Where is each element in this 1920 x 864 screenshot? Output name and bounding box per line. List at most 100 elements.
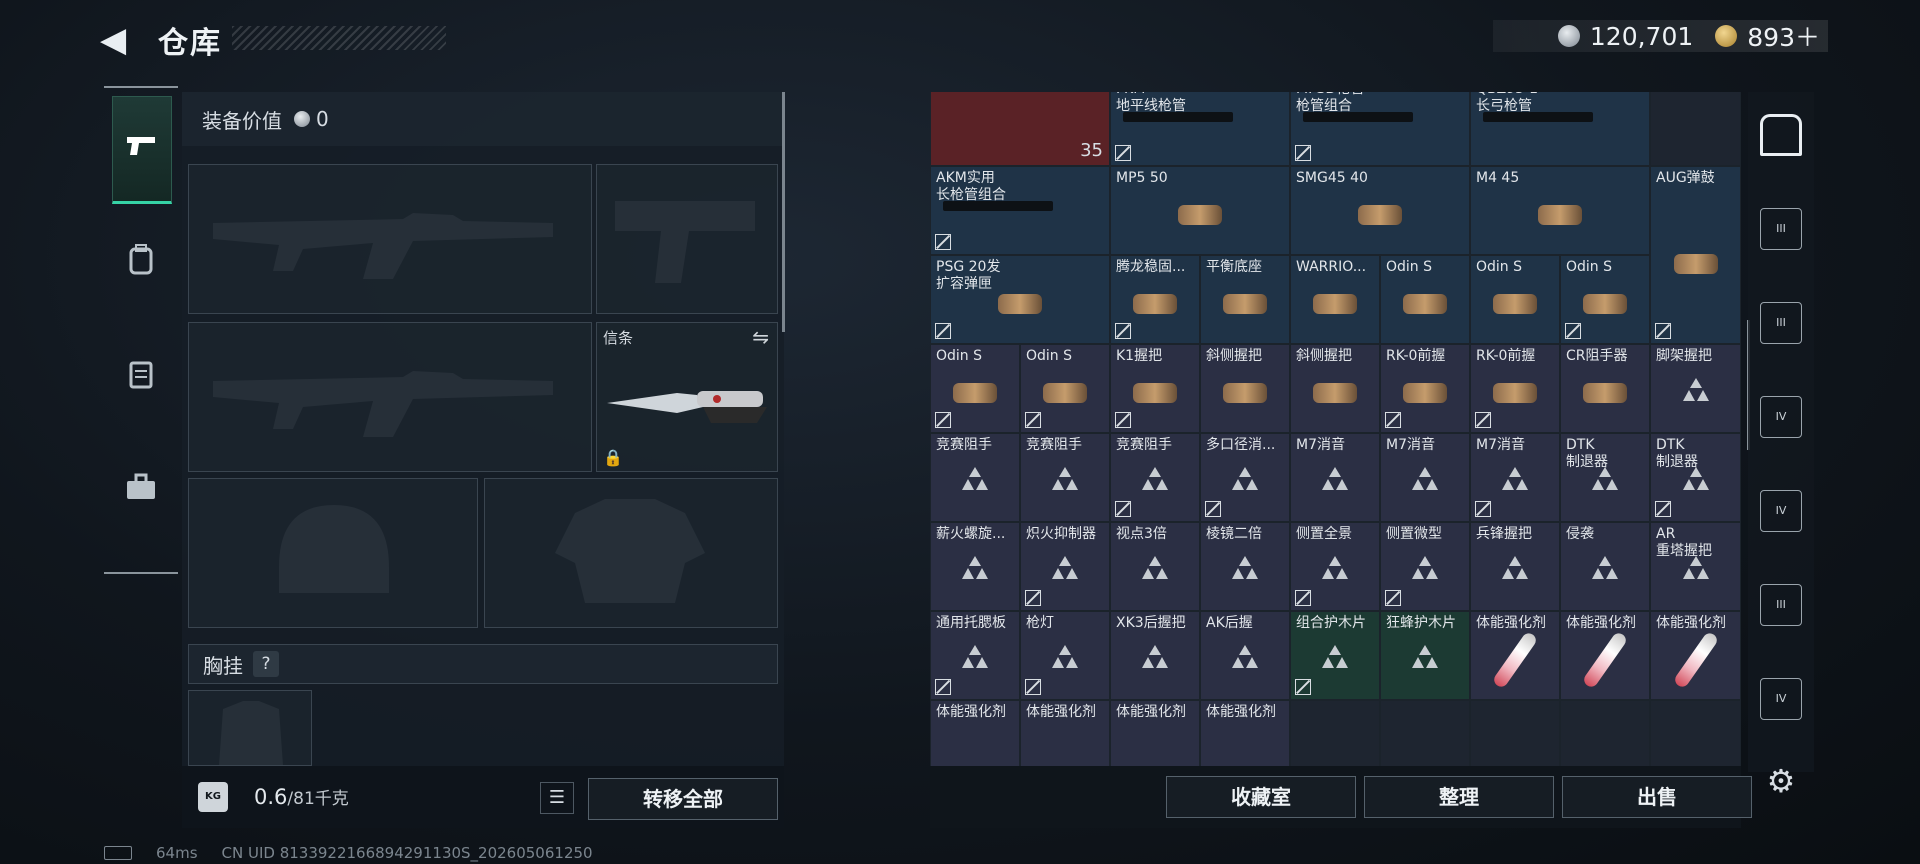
grid-item[interactable]: 体能强化剂 (1560, 611, 1650, 700)
chest-rig-slot[interactable] (188, 690, 312, 766)
grid-item[interactable]: RK-0前握 (1470, 344, 1560, 433)
grid-item[interactable]: 薪火螺旋... (930, 522, 1020, 611)
grid-item[interactable]: 侧置微型 (1380, 522, 1470, 611)
helmet-slot[interactable] (188, 478, 478, 628)
chest-rig-header: 胸挂 ? (188, 644, 778, 684)
grid-item[interactable]: 体能强化剂 (1200, 700, 1290, 766)
grid-item[interactable]: DTK 制退器 (1650, 433, 1741, 522)
tier4-med-icon[interactable]: IV (1760, 490, 1802, 532)
tier3-attachment-icon[interactable]: III (1760, 208, 1802, 250)
grid-item[interactable]: 体能强化剂 (1110, 700, 1200, 766)
grid-item[interactable]: CR阻手器 (1560, 344, 1650, 433)
grid-item[interactable]: AK后握 (1200, 611, 1290, 700)
grid-item[interactable]: 体能强化剂 (1470, 611, 1560, 700)
tab-container[interactable] (112, 324, 170, 428)
grid-item[interactable]: MP5 50 (1110, 166, 1290, 255)
grid-item[interactable]: 侧置全景 (1290, 522, 1380, 611)
grid-item[interactable]: 组合护木片 (1290, 611, 1380, 700)
grid-item[interactable]: RK-0前握 (1380, 344, 1470, 433)
grid-item[interactable]: MPSD枪管 枪管组合 (1290, 92, 1470, 166)
grid-item[interactable]: 侵袭 (1560, 522, 1650, 611)
grid-item[interactable]: FKM 地平线枪管 (1110, 92, 1290, 166)
grid-item[interactable]: 竞赛阻手 (930, 433, 1020, 522)
weight-readout: 0.6/81千克 (254, 785, 349, 809)
grid-item[interactable]: 体能强化剂 (1650, 611, 1741, 700)
gold-amount[interactable]: 893＋ (1747, 18, 1820, 54)
swap-icon[interactable]: ⇋ (752, 325, 769, 349)
grid-item[interactable]: 斜侧握把 (1290, 344, 1380, 433)
grid-item[interactable]: XK3后握把 (1110, 611, 1200, 700)
lock-slash-icon (1295, 679, 1311, 695)
tab-toolkit[interactable] (112, 438, 170, 542)
grid-item[interactable]: 35 (930, 92, 1110, 166)
grid-item[interactable]: Odin S (930, 344, 1020, 433)
grid-item[interactable]: WARRIO... (1290, 255, 1380, 344)
grid-item[interactable]: 棱镜二倍 (1200, 522, 1290, 611)
grid-item[interactable]: K1握把 (1110, 344, 1200, 433)
grid-item[interactable]: 通用托腮板 (930, 611, 1020, 700)
collection-button[interactable]: 收藏室 (1166, 776, 1356, 818)
sort-button[interactable]: 整理 (1364, 776, 1554, 818)
grid-item[interactable]: AUG弹鼓 (1650, 166, 1741, 344)
grid-item[interactable]: 竞赛阻手 (1110, 433, 1200, 522)
grid-item[interactable]: 体能强化剂 (930, 700, 1020, 766)
tab-weapons[interactable] (112, 96, 172, 204)
grid-item-label: 脚架握把 (1656, 348, 1712, 364)
grid-item[interactable] (1650, 700, 1741, 766)
list-view-button[interactable]: ☰ (540, 782, 574, 814)
grid-item[interactable]: M4 45 (1470, 166, 1650, 255)
grid-item[interactable]: 狂蜂护木片 (1380, 611, 1470, 700)
pistol-icon (125, 133, 159, 166)
grid-item[interactable]: Odin S (1560, 255, 1650, 344)
grid-item[interactable] (1650, 92, 1741, 166)
attachment-icon (1043, 382, 1087, 403)
melee-slot[interactable]: 信条 ⇋ 🔒 (596, 322, 778, 472)
secondary-weapon-slot[interactable] (188, 322, 592, 472)
attachment-icon (1583, 382, 1627, 403)
grid-item[interactable]: 多口径消... (1200, 433, 1290, 522)
filter-column: III III IV IV III IV (1748, 92, 1814, 772)
help-icon[interactable]: ? (253, 651, 279, 677)
grid-item[interactable] (1290, 700, 1380, 766)
grid-item[interactable]: Odin S (1470, 255, 1560, 344)
grid-item[interactable]: Odin S (1380, 255, 1470, 344)
grid-item[interactable]: 脚架握把 (1650, 344, 1741, 433)
grid-item[interactable]: 斜侧握把 (1200, 344, 1290, 433)
grid-item[interactable] (1560, 700, 1650, 766)
loadout-scrollbar[interactable] (782, 92, 785, 332)
grid-item[interactable]: SMG45 40 (1290, 166, 1470, 255)
gear-icon[interactable]: ⚙ (1762, 762, 1800, 800)
grid-item[interactable]: QBZ95-1 长弓枪管 (1470, 92, 1650, 166)
grid-item[interactable] (1380, 700, 1470, 766)
sell-button[interactable]: 出售 (1562, 776, 1752, 818)
tier3-weapon-icon[interactable]: III (1760, 584, 1802, 626)
back-arrow-icon[interactable]: ◀ (100, 20, 140, 60)
grid-item[interactable]: PSG 20发 扩容弹匣 (930, 255, 1110, 344)
grid-item[interactable]: 体能强化剂 (1020, 700, 1110, 766)
grid-item[interactable]: 炽火抑制器 (1020, 522, 1110, 611)
tab-gear[interactable] (112, 210, 170, 314)
grid-item[interactable]: 平衡底座 (1200, 255, 1290, 344)
grid-item[interactable]: Odin S (1020, 344, 1110, 433)
grid-item[interactable]: 兵锋握把 (1470, 522, 1560, 611)
all-icon[interactable] (1760, 114, 1802, 156)
grid-item[interactable]: 视点3倍 (1110, 522, 1200, 611)
grid-item[interactable]: DTK 制退器 (1560, 433, 1650, 522)
grid-item[interactable]: M7消音 (1380, 433, 1470, 522)
tier4-scope-icon[interactable]: IV (1760, 678, 1802, 720)
sidearm-slot[interactable] (596, 164, 778, 314)
grid-item[interactable]: 腾龙稳固... (1110, 255, 1200, 344)
armor-slot[interactable] (484, 478, 778, 628)
grid-item[interactable]: M7消音 (1290, 433, 1380, 522)
transfer-all-button[interactable]: 转移全部 (588, 778, 778, 820)
tier4-container-icon[interactable]: IV (1760, 396, 1802, 438)
grid-item[interactable]: AKM实用 长枪管组合 (930, 166, 1110, 255)
grid-item-label: M7消音 (1476, 437, 1525, 453)
grid-item[interactable]: M7消音 (1470, 433, 1560, 522)
primary-weapon-slot[interactable] (188, 164, 592, 314)
grid-item[interactable]: 竞赛阻手 (1020, 433, 1110, 522)
tier3-backpack-icon[interactable]: III (1760, 302, 1802, 344)
grid-item[interactable]: 枪灯 (1020, 611, 1110, 700)
grid-item[interactable] (1470, 700, 1560, 766)
grid-item[interactable]: AR 重塔握把 (1650, 522, 1741, 611)
